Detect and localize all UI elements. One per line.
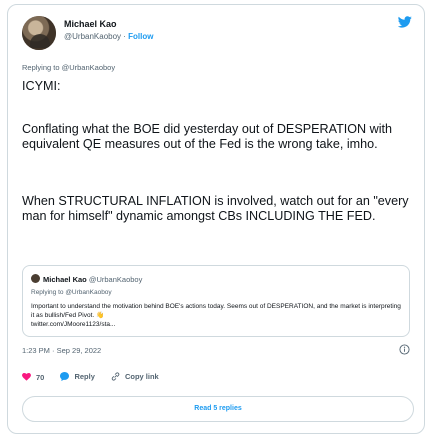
tweet-actions: 70 Reply Copy link — [22, 372, 173, 384]
copy-link-icon — [111, 372, 120, 381]
quoted-text-body: Important to understand the motivation b… — [31, 303, 401, 319]
tweet-header: Michael Kao @UrbanKaoboy · Follow — [22, 16, 414, 54]
heart-icon — [22, 373, 31, 381]
tweet-card: Michael Kao @UrbanKaoboy · Follow Replyi… — [7, 4, 425, 434]
like-button[interactable]: 70 — [22, 373, 44, 382]
tweet-paragraph: ICYMI: — [22, 79, 61, 93]
waving-hand-emoji: 👋 — [96, 312, 105, 319]
avatar[interactable] — [22, 16, 56, 50]
tweet-paragraph: Conflating what the BOE did yesterday ou… — [22, 122, 393, 151]
quoted-tweet-text: Important to understand the motivation b… — [31, 302, 403, 329]
quoted-replying-to: Replying to @UrbanKaoboy — [31, 289, 112, 296]
info-icon[interactable] — [399, 344, 410, 355]
quoted-author-handle: @UrbanKaoboy — [88, 275, 143, 284]
tweet-paragraph: When STRUCTURAL INFLATION is involved, w… — [22, 194, 409, 223]
reply-bubble-icon — [60, 372, 70, 381]
reply-label: Reply — [74, 372, 95, 381]
quoted-tweet-header: Michael Kao @UrbanKaoboy — [31, 274, 142, 284]
follow-button[interactable]: Follow — [128, 32, 153, 41]
replying-to: Replying to @UrbanKaoboy — [22, 63, 116, 72]
author-handle-row: @UrbanKaoboy · Follow — [64, 32, 153, 41]
quoted-link[interactable]: twitter.com/JMoore1123/sta... — [31, 321, 115, 328]
quoted-avatar — [31, 274, 40, 283]
read-replies-container[interactable]: Read 5 replies — [22, 396, 414, 422]
copy-link-label: Copy link — [124, 372, 159, 381]
copy-link-button[interactable]: Copy link — [111, 372, 159, 381]
author-handle[interactable]: @UrbanKaoboy — [64, 32, 121, 41]
twitter-bird-icon[interactable] — [398, 16, 412, 28]
quoted-tweet[interactable]: Michael Kao @UrbanKaoboy Replying to @Ur… — [22, 265, 410, 337]
like-count: 70 — [36, 372, 45, 382]
quoted-author-name: Michael Kao — [43, 275, 87, 284]
tweet-timestamp[interactable]: 1:23 PM · Sep 29, 2022 — [22, 346, 101, 355]
author-name[interactable]: Michael Kao — [64, 19, 117, 29]
reply-button[interactable]: Reply — [60, 372, 95, 381]
read-replies-button[interactable]: Read 5 replies — [194, 405, 241, 412]
